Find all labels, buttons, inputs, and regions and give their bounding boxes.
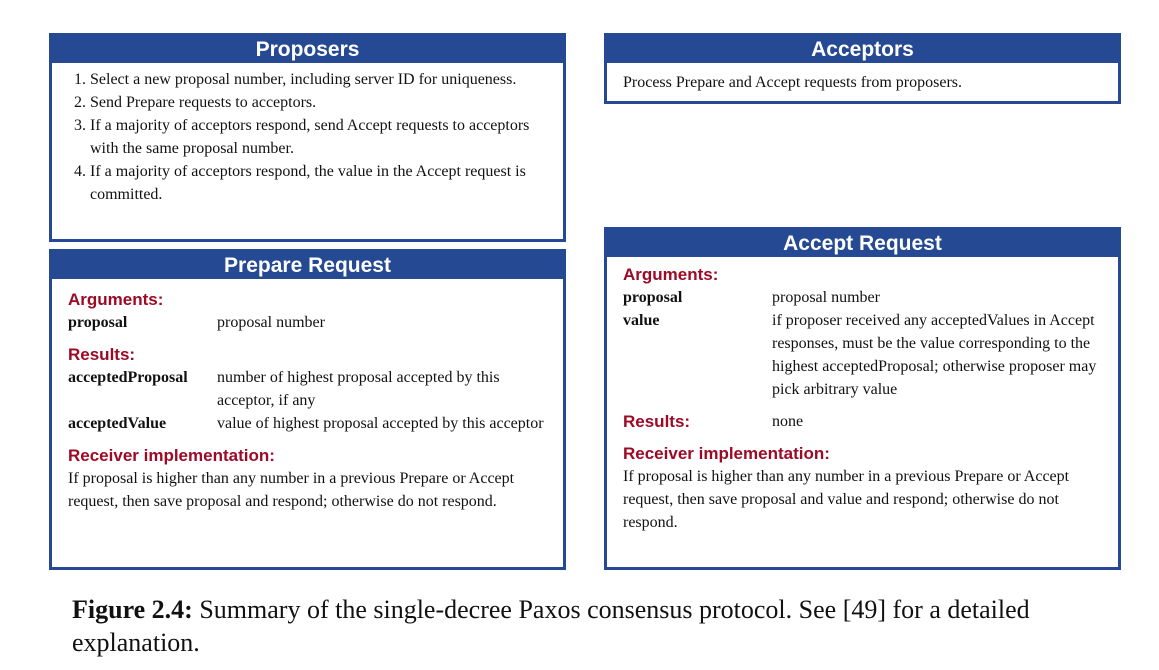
prepare-request-title: Prepare Request	[52, 252, 563, 279]
acceptors-text: Process Prepare and Accept requests from…	[623, 74, 963, 91]
prepare-results-heading: Results:	[68, 345, 136, 364]
prepare-result-key: acceptedValue	[68, 415, 167, 432]
accept-results-row: Results: none	[623, 410, 1102, 433]
prepare-argument-value: proposal number	[217, 314, 325, 331]
proposer-step: If a majority of acceptors respond, the …	[90, 160, 547, 206]
prepare-request-box: Prepare Request Arguments: proposal prop…	[49, 249, 566, 570]
prepare-request-body: Arguments: proposal proposal number Resu…	[52, 279, 563, 513]
accept-argument-value: if proposer received any acceptedValues …	[772, 312, 1097, 398]
figure-caption: Figure 2.4: Summary of the single-decree…	[72, 593, 1104, 659]
prepare-impl-heading: Receiver implementation:	[68, 446, 275, 465]
proposers-body: Select a new proposal number, including …	[52, 63, 563, 206]
prepare-argument-key: proposal	[68, 314, 128, 331]
accept-request-box: Accept Request Arguments: proposal propo…	[604, 227, 1121, 570]
accept-request-body: Arguments: proposal proposal number valu…	[607, 257, 1118, 534]
accept-argument-key: value	[623, 312, 660, 329]
acceptors-body: Process Prepare and Accept requests from…	[607, 63, 1118, 94]
proposer-step: Send Prepare requests to acceptors.	[90, 91, 547, 114]
acceptors-title: Acceptors	[607, 36, 1118, 63]
proposers-title: Proposers	[52, 36, 563, 63]
proposers-box: Proposers Select a new proposal number, …	[49, 33, 566, 242]
prepare-argument-row: proposal proposal number	[68, 311, 547, 334]
accept-impl-heading: Receiver implementation:	[623, 444, 830, 463]
proposers-steps: Select a new proposal number, including …	[68, 68, 547, 206]
accept-request-title: Accept Request	[607, 230, 1118, 257]
proposer-step: Select a new proposal number, including …	[90, 68, 547, 91]
accept-results-value: none	[772, 413, 804, 430]
accept-arguments-heading: Arguments:	[623, 265, 719, 284]
proposer-step: If a majority of acceptors respond, send…	[90, 114, 547, 160]
prepare-result-value: number of highest proposal accepted by t…	[217, 369, 500, 409]
prepare-result-value: value of highest proposal accepted by th…	[217, 415, 544, 432]
accept-argument-row: value if proposer received any acceptedV…	[623, 309, 1102, 401]
accept-results-heading: Results:	[623, 412, 691, 431]
accept-impl-text: If proposal is higher than any number in…	[623, 468, 1070, 531]
accept-argument-row: proposal proposal number	[623, 286, 1102, 309]
prepare-impl-text: If proposal is higher than any number in…	[68, 470, 515, 510]
accept-argument-value: proposal number	[772, 289, 880, 306]
prepare-arguments-heading: Arguments:	[68, 290, 164, 309]
acceptors-box: Acceptors Process Prepare and Accept req…	[604, 33, 1121, 104]
accept-argument-key: proposal	[623, 289, 683, 306]
prepare-result-key: acceptedProposal	[68, 369, 188, 386]
caption-label: Figure 2.4:	[72, 595, 193, 624]
prepare-result-row: acceptedProposal number of highest propo…	[68, 366, 547, 412]
caption-text: Summary of the single-decree Paxos conse…	[72, 595, 1030, 657]
prepare-result-row: acceptedValue value of highest proposal …	[68, 412, 547, 435]
